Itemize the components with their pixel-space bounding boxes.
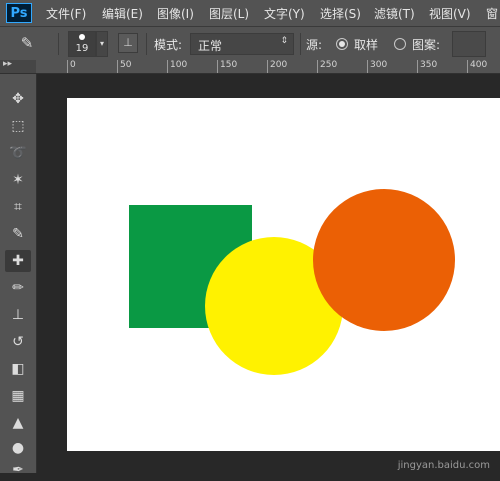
- eyedropper-icon[interactable]: ✎: [5, 223, 31, 245]
- ruler-tick: [467, 60, 468, 73]
- pattern-label: 图案:: [412, 38, 441, 52]
- healing-brush-icon[interactable]: ✚: [5, 250, 31, 272]
- menu-file[interactable]: 文件(F): [46, 5, 86, 22]
- brush-preset-picker[interactable]: 19: [68, 31, 96, 57]
- brush-tip-icon: [79, 34, 85, 40]
- ruler-label: 200: [270, 60, 288, 70]
- blur-icon[interactable]: ▲: [5, 412, 31, 434]
- separator: [300, 33, 301, 55]
- mode-select[interactable]: 正常 ⇕: [190, 33, 294, 55]
- tools-panel: ✥ ⬚ ➰ ✶ ⌗ ✎ ✚ ✏ ⊥ ↺ ◧ ▦ ▲ ● ✒: [0, 74, 37, 478]
- menu-view[interactable]: 视图(V): [429, 5, 471, 22]
- horizontal-ruler: ▸▸ 0 50 100 150 200 250 300 350 400: [0, 59, 500, 74]
- source-label: 源:: [306, 38, 323, 52]
- pen-icon[interactable]: ✒: [5, 459, 31, 481]
- move-icon[interactable]: ✥: [5, 88, 31, 110]
- ps-logo: Ps: [6, 3, 32, 23]
- separator: [58, 33, 59, 55]
- menu-type[interactable]: 文字(Y): [264, 5, 305, 22]
- menu-image[interactable]: 图像(I): [157, 5, 194, 22]
- watermark: jingyan.baidu.com: [397, 460, 490, 471]
- options-bar: ✎ 19 ▾ ⊥ 模式: 正常 ⇕ 源: 取样 图案:: [0, 26, 500, 61]
- brush-dropdown-arrow[interactable]: ▾: [96, 31, 108, 57]
- ruler-label: 0: [70, 60, 76, 70]
- ruler-tick: [317, 60, 318, 73]
- brush-icon[interactable]: ✏: [5, 277, 31, 299]
- mode-value: 正常: [198, 39, 223, 53]
- ruler-tick: [367, 60, 368, 73]
- ruler-tick: [67, 60, 68, 73]
- gradient-icon[interactable]: ▦: [5, 385, 31, 407]
- brush-size: 19: [75, 43, 89, 54]
- lasso-icon[interactable]: ➰: [5, 142, 31, 164]
- ruler-corner: ▸▸: [0, 59, 36, 73]
- orange-circle: [313, 189, 455, 331]
- brush-settings-icon[interactable]: ⊥: [118, 33, 138, 53]
- menu-filter[interactable]: 滤镜(T): [374, 5, 415, 22]
- clone-stamp-icon[interactable]: ⊥: [5, 304, 31, 326]
- bandage-icon[interactable]: ✎: [14, 32, 40, 54]
- menu-select[interactable]: 选择(S): [320, 5, 361, 22]
- radio-sampled[interactable]: [336, 38, 348, 50]
- menu-bar: Ps 文件(F) 编辑(E) 图像(I) 图层(L) 文字(Y) 选择(S) 滤…: [0, 0, 500, 26]
- ruler-label: 250: [320, 60, 338, 70]
- sampled-label: 取样: [354, 38, 379, 52]
- menu-window[interactable]: 窗: [486, 5, 498, 22]
- dodge-icon[interactable]: ●: [5, 437, 31, 459]
- ruler-label: 150: [220, 60, 238, 70]
- pattern-picker[interactable]: [452, 31, 486, 57]
- history-brush-icon[interactable]: ↺: [5, 331, 31, 353]
- marquee-icon[interactable]: ⬚: [5, 115, 31, 137]
- ruler-tick: [117, 60, 118, 73]
- ruler-tick: [167, 60, 168, 73]
- menu-layer[interactable]: 图层(L): [209, 5, 249, 22]
- collapse-icon[interactable]: ▸▸: [3, 59, 12, 69]
- mode-label: 模式:: [154, 38, 183, 52]
- ruler-label: 100: [170, 60, 188, 70]
- ruler-label: 400: [470, 60, 488, 70]
- ruler-label: 300: [370, 60, 388, 70]
- eraser-icon[interactable]: ◧: [5, 358, 31, 380]
- separator: [146, 33, 147, 55]
- chevron-updown-icon: ⇕: [280, 36, 288, 46]
- ruler-tick: [417, 60, 418, 73]
- magic-wand-icon[interactable]: ✶: [5, 169, 31, 191]
- ruler-label: 50: [120, 60, 132, 70]
- crop-icon[interactable]: ⌗: [5, 196, 31, 218]
- menu-edit[interactable]: 编辑(E): [102, 5, 143, 22]
- ruler-tick: [267, 60, 268, 73]
- radio-pattern[interactable]: [394, 38, 406, 50]
- ruler-label: 350: [420, 60, 438, 70]
- ruler-tick: [217, 60, 218, 73]
- document-canvas[interactable]: [67, 98, 500, 451]
